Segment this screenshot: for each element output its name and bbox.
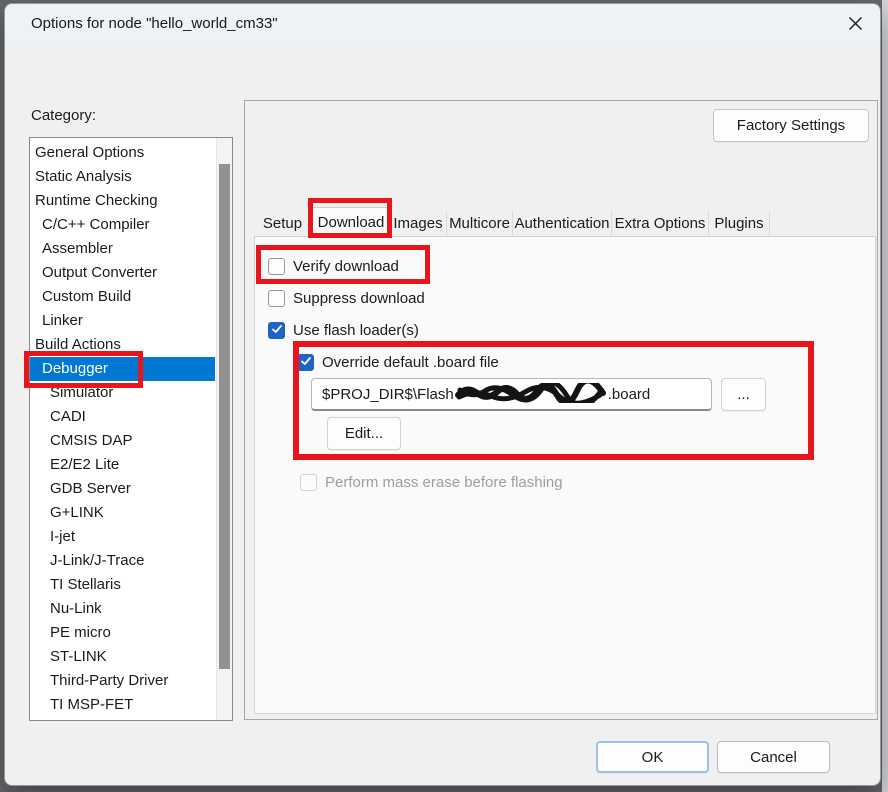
verify-download-label: Verify download — [293, 258, 399, 275]
background-app-edge — [882, 0, 888, 792]
list-item-gdb-server[interactable]: GDB Server — [30, 477, 215, 501]
mass-erase-label: Perform mass erase before flashing — [325, 474, 563, 491]
list-item-general-options[interactable]: General Options — [30, 141, 215, 165]
checkmark-icon — [300, 354, 312, 371]
list-item-i-jet[interactable]: I-jet — [30, 525, 215, 549]
tab-download-active[interactable]: Download — [312, 207, 390, 237]
ok-button[interactable]: OK — [596, 741, 709, 773]
dialog-title: Options for node "hello_world_cm33" — [31, 15, 278, 32]
list-item-build-actions[interactable]: Build Actions — [30, 333, 215, 357]
list-item-ti-msp-fet[interactable]: TI MSP-FET — [30, 693, 215, 717]
scrollbar-thumb[interactable] — [219, 164, 230, 669]
tab-setup[interactable]: Setup — [254, 211, 312, 237]
board-path-prefix: $PROJ_DIR$\Flash — [322, 386, 454, 403]
close-button[interactable] — [841, 13, 869, 38]
list-item-st-link[interactable]: ST-LINK — [30, 645, 215, 669]
list-item-cmsis-dap[interactable]: CMSIS DAP — [30, 429, 215, 453]
mass-erase-checkbox-disabled — [300, 474, 317, 491]
tab-images[interactable]: Images — [390, 211, 447, 237]
edit-button[interactable]: Edit... — [327, 417, 401, 450]
list-item-custom-build[interactable]: Custom Build — [30, 285, 215, 309]
list-item-pe-micro[interactable]: PE micro — [30, 621, 215, 645]
override-board-file-checkbox[interactable] — [297, 354, 314, 371]
category-label: Category: — [31, 107, 96, 124]
category-scrollbar[interactable] — [216, 138, 232, 720]
tab-extra-options[interactable]: Extra Options — [612, 211, 709, 237]
cancel-button[interactable]: Cancel — [717, 741, 830, 773]
checkmark-icon — [271, 322, 283, 339]
use-flash-loaders-checkbox[interactable] — [268, 322, 285, 339]
verify-download-checkbox[interactable] — [268, 258, 285, 275]
list-item-runtime-checking[interactable]: Runtime Checking — [30, 189, 215, 213]
list-item-e2-lite[interactable]: E2/E2 Lite — [30, 453, 215, 477]
board-file-path-input[interactable]: $PROJ_DIR$\Flash .board — [311, 378, 712, 411]
browse-button[interactable]: ... — [721, 378, 766, 411]
suppress-download-checkbox[interactable] — [268, 290, 285, 307]
list-item-assembler[interactable]: Assembler — [30, 237, 215, 261]
options-dialog: Options for node "hello_world_cm33" Cate… — [4, 3, 881, 786]
screenshot-stage: Options for node "hello_world_cm33" Cate… — [0, 0, 888, 792]
suppress-download-label: Suppress download — [293, 290, 425, 307]
list-item-simulator[interactable]: Simulator — [30, 381, 215, 405]
list-item-linker[interactable]: Linker — [30, 309, 215, 333]
mass-erase-row: Perform mass erase before flashing — [300, 472, 563, 492]
use-flash-loaders-label: Use flash loader(s) — [293, 322, 419, 339]
tab-authentication[interactable]: Authentication — [513, 211, 612, 237]
close-icon — [848, 16, 863, 36]
list-item-g-link[interactable]: G+LINK — [30, 501, 215, 525]
tab-multicore[interactable]: Multicore — [447, 211, 513, 237]
list-item-j-link-j-trace[interactable]: J-Link/J-Trace — [30, 549, 215, 573]
category-list: General Options Static Analysis Runtime … — [30, 141, 215, 717]
dialog-titlebar[interactable]: Options for node "hello_world_cm33" — [5, 4, 880, 46]
suppress-download-row[interactable]: Suppress download — [268, 288, 425, 308]
list-item-nu-link[interactable]: Nu-Link — [30, 597, 215, 621]
board-path-suffix: .board — [608, 386, 651, 403]
category-listbox[interactable]: General Options Static Analysis Runtime … — [29, 137, 233, 721]
list-item-third-party[interactable]: Third-Party Driver — [30, 669, 215, 693]
redaction-scribble — [455, 383, 607, 407]
list-item-static-analysis[interactable]: Static Analysis — [30, 165, 215, 189]
list-item-cadi[interactable]: CADI — [30, 405, 215, 429]
list-item-debugger-selected[interactable]: Debugger — [30, 357, 215, 381]
override-board-file-label: Override default .board file — [322, 354, 499, 371]
tab-plugins[interactable]: Plugins — [709, 211, 770, 237]
list-item-output-converter[interactable]: Output Converter — [30, 261, 215, 285]
use-flash-loaders-row[interactable]: Use flash loader(s) — [268, 320, 419, 340]
list-item-c-compiler[interactable]: C/C++ Compiler — [30, 213, 215, 237]
list-item-ti-stellaris[interactable]: TI Stellaris — [30, 573, 215, 597]
factory-settings-button[interactable]: Factory Settings — [713, 109, 869, 142]
verify-download-row[interactable]: Verify download — [268, 256, 399, 276]
tab-strip: Setup Download Images Multicore Authenti… — [254, 207, 770, 237]
override-board-file-row[interactable]: Override default .board file — [297, 352, 499, 372]
